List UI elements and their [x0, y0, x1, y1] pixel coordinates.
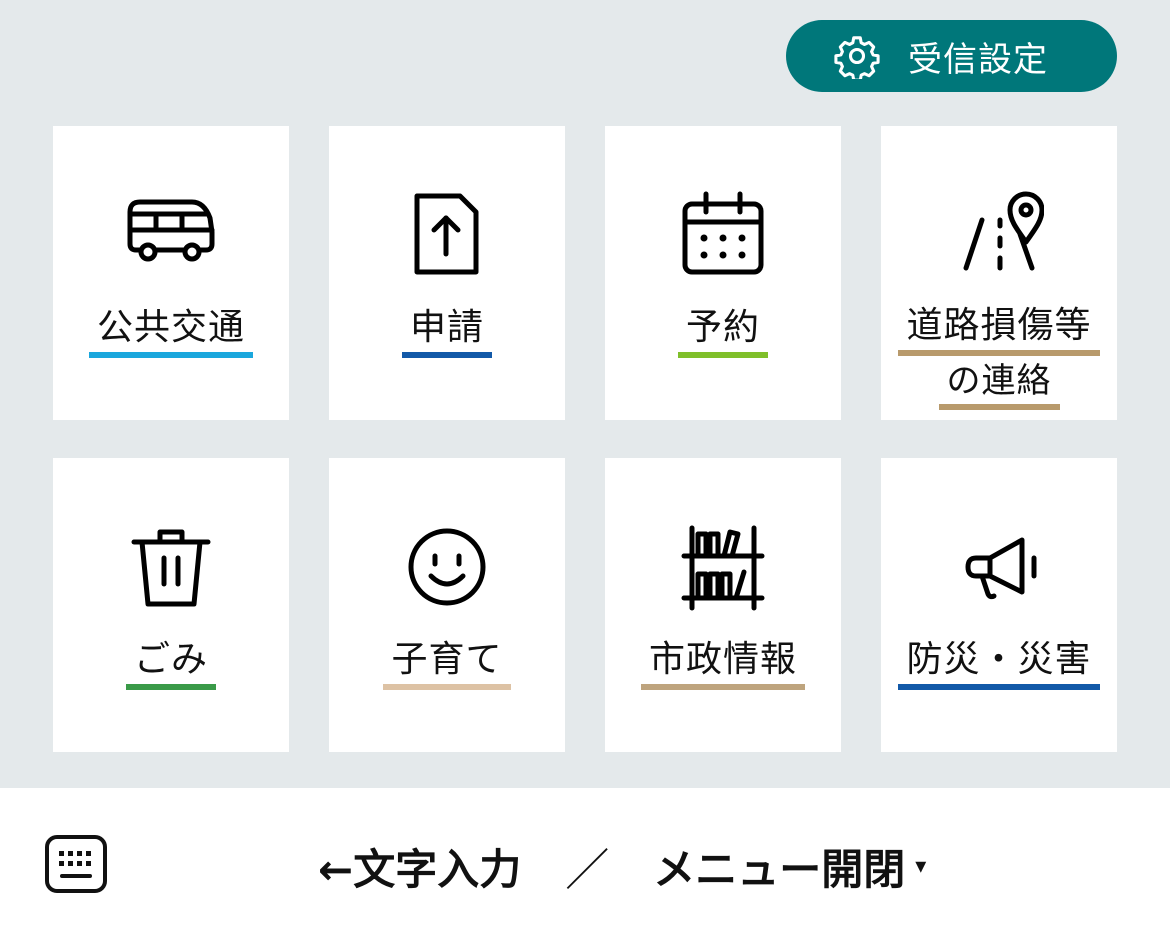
- gear-icon: [834, 36, 880, 79]
- calendar-icon: [678, 190, 768, 280]
- bookshelf-icon: [678, 522, 768, 612]
- bus-icon: [126, 190, 216, 280]
- trash-can-icon: [126, 522, 216, 612]
- rich-menu-panel: 受信設定 公共交通 申請 予約 道路損傷等 の連絡 ごみ 子育て 市政情報 防災…: [0, 0, 1170, 788]
- tile-label: 公共交通: [88, 306, 253, 358]
- menu-tile-public-transport[interactable]: 公共交通: [53, 126, 289, 420]
- menu-tile-child-rearing[interactable]: 子育て: [329, 458, 565, 752]
- menu-tile-road-damage-report[interactable]: 道路損傷等 の連絡: [881, 126, 1117, 420]
- tile-label-line2: の連絡: [938, 360, 1060, 410]
- tile-label: 市政情報: [640, 638, 805, 690]
- menu-toggle-label: メニュー開閉: [653, 844, 906, 894]
- chat-input-bar: ←文字入力 ／ メニュー開閉 ▾: [0, 788, 1170, 944]
- caret-down-icon: ▾: [915, 853, 927, 879]
- tile-label: 申請: [401, 306, 492, 358]
- smiley-face-icon: [402, 522, 492, 612]
- input-menu-toggle[interactable]: ←文字入力 ／ メニュー開閉 ▾: [318, 836, 927, 897]
- megaphone-icon: [954, 522, 1044, 612]
- keyboard-button[interactable]: [44, 834, 108, 894]
- tile-label: 予約: [677, 306, 768, 358]
- menu-tile-city-information[interactable]: 市政情報: [605, 458, 841, 752]
- upload-document-icon: [402, 190, 492, 280]
- menu-tile-reservation[interactable]: 予約: [605, 126, 841, 420]
- menu-tile-garbage[interactable]: ごみ: [53, 458, 289, 752]
- tile-label: 防災・災害: [898, 638, 1100, 690]
- separator: ／: [565, 845, 610, 896]
- tile-label: ごみ: [125, 638, 216, 690]
- road-location-pin-icon: [954, 190, 1044, 280]
- tile-label: 子育て: [383, 638, 511, 690]
- tile-label-line1: 道路損傷等: [898, 304, 1100, 356]
- menu-tile-application[interactable]: 申請: [329, 126, 565, 420]
- text-input-label: ←文字入力: [318, 844, 522, 894]
- keyboard-icon: [45, 835, 107, 893]
- menu-tile-disaster-prevention[interactable]: 防災・災害: [881, 458, 1117, 752]
- receive-settings-button[interactable]: 受信設定: [786, 20, 1117, 92]
- receive-settings-label: 受信設定: [908, 39, 1048, 80]
